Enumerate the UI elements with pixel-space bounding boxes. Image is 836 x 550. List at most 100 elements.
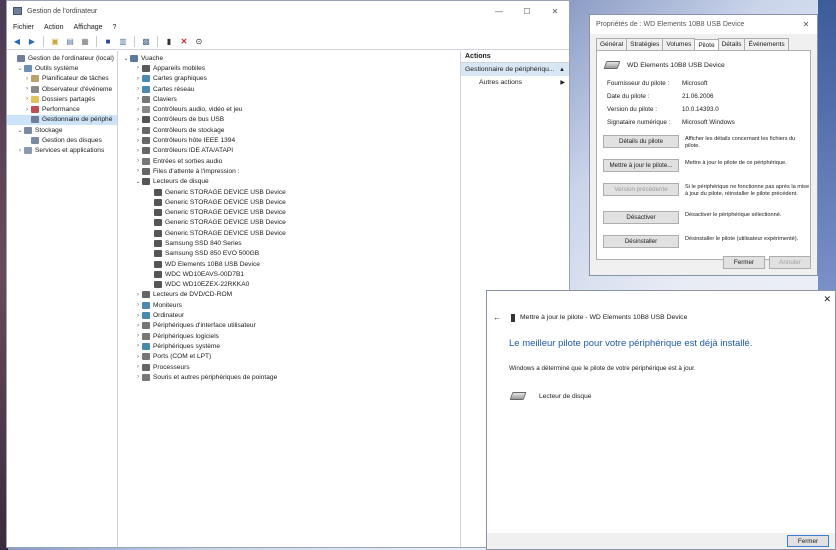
menu-help[interactable]: ? bbox=[113, 24, 117, 31]
chevron-right-icon[interactable]: › bbox=[134, 148, 142, 154]
tree-node[interactable]: › Files d'attente à l'impression : bbox=[118, 166, 460, 176]
tree-node[interactable]: ⌄ Outils système bbox=[7, 63, 117, 73]
tree-node[interactable]: Generic STORAGE DEVICE USB Device bbox=[118, 187, 460, 197]
properties-icon[interactable]: ▥ bbox=[117, 36, 129, 47]
export-list-icon[interactable]: ▦ bbox=[79, 36, 91, 47]
driver-details-button[interactable]: Détails du pilote bbox=[603, 135, 679, 148]
chevron-down-icon[interactable]: ⌄ bbox=[16, 65, 24, 72]
menu-file[interactable]: Fichier bbox=[13, 24, 34, 31]
tree-node[interactable]: › Moniteurs bbox=[118, 300, 460, 310]
chevron-down-icon[interactable]: ⌄ bbox=[16, 127, 24, 134]
chevron-right-icon[interactable]: › bbox=[134, 86, 142, 92]
chevron-right-icon[interactable]: › bbox=[134, 292, 142, 298]
chevron-right-icon[interactable]: › bbox=[134, 117, 142, 123]
chevron-right-icon[interactable]: › bbox=[134, 127, 142, 133]
tree-node[interactable]: Generic STORAGE DEVICE USB Device bbox=[118, 228, 460, 238]
update-driver-icon[interactable]: ▮ bbox=[163, 36, 175, 47]
chevron-right-icon[interactable]: › bbox=[16, 148, 24, 154]
tree-node[interactable]: ⌄ Stockage bbox=[7, 125, 117, 135]
chevron-right-icon[interactable]: › bbox=[134, 354, 142, 360]
tree-node[interactable]: › Périphériques d'interface utilisateur bbox=[118, 321, 460, 331]
chevron-right-icon[interactable]: › bbox=[134, 323, 142, 329]
tree-node[interactable]: › Ordinateur bbox=[118, 310, 460, 320]
tab-events[interactable]: Événements bbox=[744, 38, 789, 50]
tree-node[interactable]: Gestion des disques bbox=[7, 135, 117, 145]
update-driver-button[interactable]: Mettre à jour le pilote... bbox=[603, 159, 679, 172]
tree-node[interactable]: › Observateur d'événeme bbox=[7, 84, 117, 94]
collapse-up-icon[interactable]: ▲ bbox=[559, 67, 565, 73]
close-icon[interactable]: ✕ bbox=[823, 294, 831, 305]
tree-node[interactable]: › Contrôleurs hôte IEEE 1394 bbox=[118, 135, 460, 145]
tab-details[interactable]: Détails bbox=[717, 38, 746, 50]
chevron-right-icon[interactable]: › bbox=[134, 333, 142, 339]
tab-policies[interactable]: Stratégies bbox=[626, 38, 664, 50]
tree-node[interactable]: › Cartes graphiques bbox=[118, 74, 460, 84]
close-icon[interactable]: ✕ bbox=[795, 20, 817, 29]
tree-node[interactable]: Generic STORAGE DEVICE USB Device bbox=[118, 207, 460, 217]
tree-node[interactable]: › Ports (COM et LPT) bbox=[118, 352, 460, 362]
chevron-right-icon[interactable]: › bbox=[23, 86, 31, 92]
tree-node[interactable]: Samsung SSD 840 Series bbox=[118, 238, 460, 248]
tree-node[interactable]: › Dossiers partagés bbox=[7, 94, 117, 104]
uninstall-device-button[interactable]: Désinstaller bbox=[603, 235, 679, 248]
tree-node[interactable]: Generic STORAGE DEVICE USB Device bbox=[118, 218, 460, 228]
actions-section-device-manager[interactable]: Gestionnaire de périphériqu... ▲ bbox=[461, 63, 569, 76]
chevron-right-icon[interactable]: › bbox=[23, 76, 31, 82]
back-arrow-icon[interactable]: ◀ bbox=[11, 36, 23, 47]
action-more-actions[interactable]: Autres actions ▶ bbox=[461, 76, 569, 89]
title-bar[interactable]: Gestion de l'ordinateur — ☐ ✕ bbox=[7, 1, 569, 21]
tree-node[interactable]: ⌄ Vuache bbox=[118, 53, 460, 63]
rollback-driver-button[interactable]: Version précédente bbox=[603, 183, 679, 196]
chevron-right-icon[interactable]: › bbox=[134, 96, 142, 102]
menu-view[interactable]: Affichage bbox=[73, 24, 102, 31]
disable-device-button[interactable]: Désactiver bbox=[603, 211, 679, 224]
dialog-title-bar[interactable]: Propriétés de : WD Elements 10B8 USB Dev… bbox=[590, 15, 817, 34]
chevron-right-icon[interactable]: › bbox=[134, 302, 142, 308]
tree-node[interactable]: › Planificateur de tâches bbox=[7, 74, 117, 84]
tree-node[interactable]: › Processeurs bbox=[118, 362, 460, 372]
chevron-right-icon[interactable]: › bbox=[134, 374, 142, 380]
help-icon[interactable]: ■ bbox=[102, 36, 114, 47]
tree-node[interactable]: › Appareils mobiles bbox=[118, 63, 460, 73]
back-arrow-icon[interactable]: ← bbox=[493, 313, 501, 322]
tree-node[interactable]: › Contrôleurs audio, vidéo et jeu bbox=[118, 104, 460, 114]
tree-node[interactable]: Generic STORAGE DEVICE USB Device bbox=[118, 197, 460, 207]
up-folder-icon[interactable]: ▣ bbox=[49, 36, 61, 47]
disable-device-icon[interactable]: ⊙ bbox=[193, 36, 205, 47]
tree-node[interactable]: WDC WD10EAVS-00D7B1 bbox=[118, 269, 460, 279]
forward-arrow-icon[interactable]: ▶ bbox=[26, 36, 38, 47]
chevron-right-icon[interactable]: › bbox=[134, 65, 142, 71]
menu-action[interactable]: Action bbox=[44, 24, 63, 31]
chevron-right-icon[interactable]: › bbox=[134, 138, 142, 144]
uninstall-icon[interactable]: ✕ bbox=[178, 36, 190, 47]
tree-node[interactable]: › Contrôleurs de bus USB bbox=[118, 115, 460, 125]
chevron-right-icon[interactable]: › bbox=[134, 158, 142, 164]
chevron-right-icon[interactable]: › bbox=[134, 313, 142, 319]
tree-node[interactable]: WDC WD10EZEX-22RKKA0 bbox=[118, 280, 460, 290]
chevron-right-icon[interactable]: › bbox=[134, 168, 142, 174]
tree-node[interactable]: WD Elements 10B8 USB Device bbox=[118, 259, 460, 269]
tree-node[interactable]: Gestionnaire de périphé bbox=[7, 114, 117, 126]
chevron-right-icon[interactable]: › bbox=[134, 343, 142, 349]
tree-node[interactable]: › Services et applications bbox=[7, 146, 117, 156]
tree-node[interactable]: Samsung SSD 850 EVO 500GB bbox=[118, 249, 460, 259]
chevron-right-icon[interactable]: › bbox=[23, 107, 31, 113]
scan-hardware-icon[interactable]: ▩ bbox=[140, 36, 152, 47]
chevron-down-icon[interactable]: ⌄ bbox=[122, 55, 130, 62]
chevron-right-icon[interactable]: › bbox=[134, 76, 142, 82]
cancel-button[interactable]: Annuler bbox=[769, 256, 811, 269]
tree-node[interactable]: ⌄ Lecteurs de disque bbox=[118, 177, 460, 187]
tree-node[interactable]: › Contrôleurs IDE ATA/ATAPI bbox=[118, 146, 460, 156]
tree-node[interactable]: Gestion de l'ordinateur (local) bbox=[7, 53, 117, 63]
chevron-right-icon[interactable]: › bbox=[134, 107, 142, 113]
show-hide-tree-icon[interactable]: ▤ bbox=[64, 36, 76, 47]
tree-node[interactable]: › Lecteurs de DVD/CD-ROM bbox=[118, 290, 460, 300]
tree-node[interactable]: › Performance bbox=[7, 104, 117, 114]
close-button[interactable]: Fermer bbox=[787, 535, 829, 547]
chevron-down-icon[interactable]: ⌄ bbox=[134, 178, 142, 185]
tree-node[interactable]: › Cartes réseau bbox=[118, 84, 460, 94]
tree-node[interactable]: › Claviers bbox=[118, 94, 460, 104]
tree-node[interactable]: › Souris et autres périphériques de point… bbox=[118, 372, 460, 382]
tree-node[interactable]: › Périphériques système bbox=[118, 341, 460, 351]
tab-volumes[interactable]: Volumes bbox=[662, 38, 696, 50]
